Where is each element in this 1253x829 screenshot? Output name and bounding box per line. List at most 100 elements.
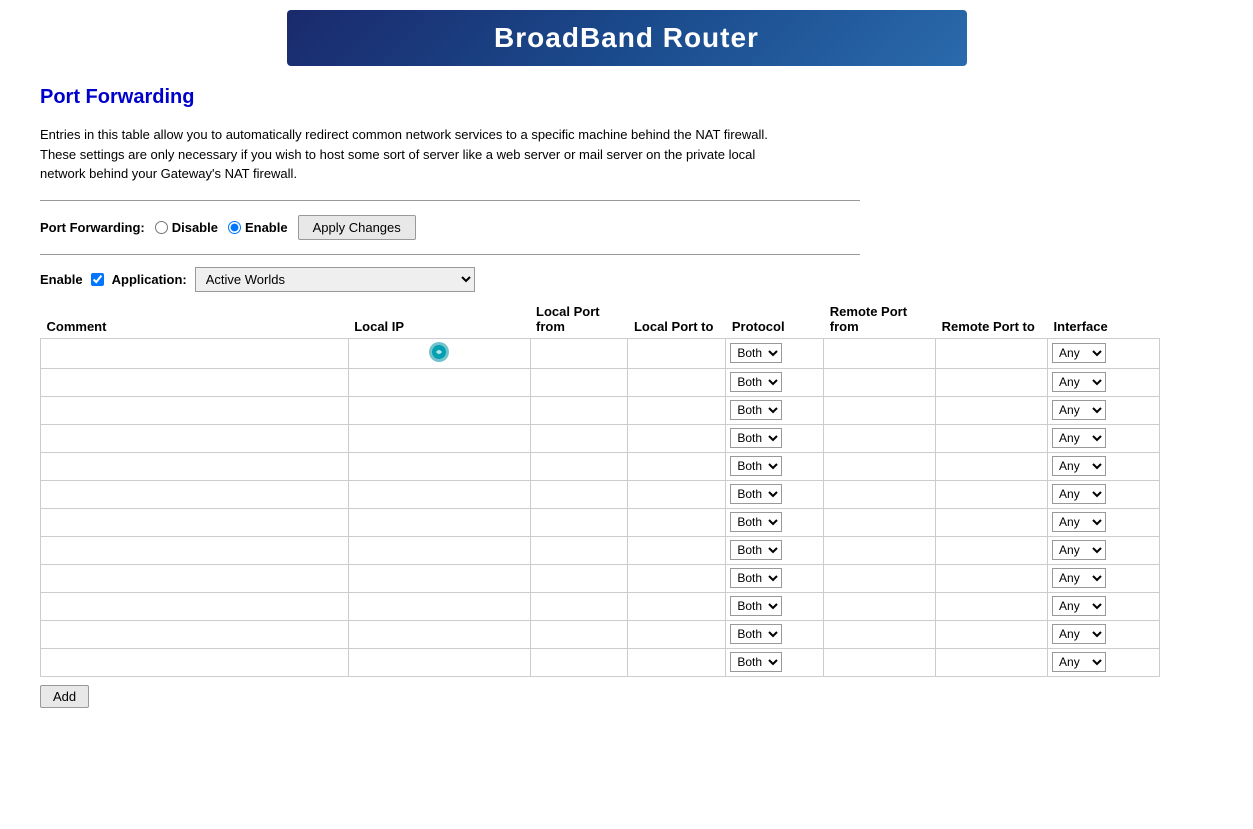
local-port-to-0[interactable]: [632, 347, 721, 361]
local-port-to-6[interactable]: [632, 516, 721, 530]
application-select[interactable]: Active WorldsAIM TalkBattle.netDNSFTPHTT…: [195, 267, 475, 292]
remote-port-from-8[interactable]: [828, 572, 931, 586]
remote-port-to-5[interactable]: [940, 488, 1043, 502]
comment-input-1[interactable]: [45, 376, 344, 390]
remote-port-from-9[interactable]: [828, 600, 931, 614]
protocol-select-6[interactable]: BothTCPUDP: [730, 512, 782, 532]
remote-port-to-7[interactable]: [940, 544, 1043, 558]
comment-input-5[interactable]: [45, 488, 344, 502]
apply-changes-button[interactable]: Apply Changes: [298, 215, 416, 240]
local-port-from-3[interactable]: [535, 432, 624, 446]
remote-port-from-6[interactable]: [828, 516, 931, 530]
interface-select-5[interactable]: AnyWANLAN: [1052, 484, 1106, 504]
comment-input-8[interactable]: [45, 572, 344, 586]
interface-select-3[interactable]: AnyWANLAN: [1052, 428, 1106, 448]
local-ip-input-9[interactable]: [353, 600, 526, 614]
local-port-from-4[interactable]: [535, 460, 624, 474]
comment-input-4[interactable]: [45, 460, 344, 474]
comment-input-2[interactable]: [45, 404, 344, 418]
local-ip-input-7[interactable]: [353, 544, 526, 558]
local-ip-input-11[interactable]: [353, 656, 526, 670]
comment-input-11[interactable]: [45, 656, 344, 670]
local-port-to-4[interactable]: [632, 460, 721, 474]
local-port-to-2[interactable]: [632, 404, 721, 418]
protocol-select-9[interactable]: BothTCPUDP: [730, 596, 782, 616]
local-ip-input-2[interactable]: [353, 404, 526, 418]
local-ip-input-4[interactable]: [353, 460, 526, 474]
local-port-from-9[interactable]: [535, 600, 624, 614]
remote-port-from-7[interactable]: [828, 544, 931, 558]
local-ip-input-5[interactable]: [353, 488, 526, 502]
local-port-to-10[interactable]: [632, 628, 721, 642]
local-port-to-3[interactable]: [632, 432, 721, 446]
local-ip-input-8[interactable]: [353, 572, 526, 586]
interface-select-10[interactable]: AnyWANLAN: [1052, 624, 1106, 644]
local-port-from-10[interactable]: [535, 628, 624, 642]
protocol-select-8[interactable]: BothTCPUDP: [730, 568, 782, 588]
local-port-from-11[interactable]: [535, 656, 624, 670]
interface-select-7[interactable]: AnyWANLAN: [1052, 540, 1106, 560]
local-port-from-7[interactable]: [535, 544, 624, 558]
protocol-select-4[interactable]: BothTCPUDP: [730, 456, 782, 476]
remote-port-to-11[interactable]: [940, 656, 1043, 670]
remote-port-to-9[interactable]: [940, 600, 1043, 614]
interface-select-11[interactable]: AnyWANLAN: [1052, 652, 1106, 672]
protocol-select-10[interactable]: BothTCPUDP: [730, 624, 782, 644]
protocol-select-0[interactable]: BothTCPUDP: [730, 343, 782, 363]
remote-port-to-8[interactable]: [940, 572, 1043, 586]
remote-port-to-10[interactable]: [940, 628, 1043, 642]
interface-select-1[interactable]: AnyWANLAN: [1052, 372, 1106, 392]
local-port-to-9[interactable]: [632, 600, 721, 614]
remote-port-from-2[interactable]: [828, 404, 931, 418]
comment-input-7[interactable]: [45, 544, 344, 558]
add-button[interactable]: Add: [40, 685, 89, 708]
interface-select-2[interactable]: AnyWANLAN: [1052, 400, 1106, 420]
comment-input-10[interactable]: [45, 628, 344, 642]
interface-select-6[interactable]: AnyWANLAN: [1052, 512, 1106, 532]
local-port-to-7[interactable]: [632, 544, 721, 558]
local-port-from-8[interactable]: [535, 572, 624, 586]
protocol-select-11[interactable]: BothTCPUDP: [730, 652, 782, 672]
protocol-select-3[interactable]: BothTCPUDP: [730, 428, 782, 448]
remote-port-from-11[interactable]: [828, 656, 931, 670]
local-ip-input-1[interactable]: [353, 376, 526, 390]
local-port-from-5[interactable]: [535, 488, 624, 502]
local-ip-input-6[interactable]: [353, 516, 526, 530]
remote-port-to-2[interactable]: [940, 404, 1043, 418]
enable-checkbox[interactable]: [91, 273, 104, 286]
remote-port-to-6[interactable]: [940, 516, 1043, 530]
local-ip-input-10[interactable]: [353, 628, 526, 642]
remote-port-from-10[interactable]: [828, 628, 931, 642]
interface-select-9[interactable]: AnyWANLAN: [1052, 596, 1106, 616]
interface-select-4[interactable]: AnyWANLAN: [1052, 456, 1106, 476]
comment-input-6[interactable]: [45, 516, 344, 530]
comment-input-9[interactable]: [45, 600, 344, 614]
remote-port-to-3[interactable]: [940, 432, 1043, 446]
interface-select-8[interactable]: AnyWANLAN: [1052, 568, 1106, 588]
remote-port-from-5[interactable]: [828, 488, 931, 502]
remote-port-to-0[interactable]: [940, 347, 1043, 361]
local-port-from-6[interactable]: [535, 516, 624, 530]
protocol-select-2[interactable]: BothTCPUDP: [730, 400, 782, 420]
local-port-from-0[interactable]: [535, 347, 624, 361]
remote-port-to-1[interactable]: [940, 376, 1043, 390]
remote-port-from-0[interactable]: [828, 347, 931, 361]
protocol-select-5[interactable]: BothTCPUDP: [730, 484, 782, 504]
comment-input-0[interactable]: [45, 347, 344, 361]
enable-radio[interactable]: [228, 221, 241, 234]
disable-radio[interactable]: [155, 221, 168, 234]
local-port-to-5[interactable]: [632, 488, 721, 502]
enable-radio-label[interactable]: Enable: [228, 220, 288, 235]
local-port-from-2[interactable]: [535, 404, 624, 418]
remote-port-to-4[interactable]: [940, 460, 1043, 474]
protocol-select-7[interactable]: BothTCPUDP: [730, 540, 782, 560]
local-port-to-11[interactable]: [632, 656, 721, 670]
remote-port-from-1[interactable]: [828, 376, 931, 390]
local-ip-input-3[interactable]: [353, 432, 526, 446]
disable-radio-label[interactable]: Disable: [155, 220, 218, 235]
interface-select-0[interactable]: AnyWANLAN: [1052, 343, 1106, 363]
local-port-from-1[interactable]: [535, 376, 624, 390]
local-port-to-8[interactable]: [632, 572, 721, 586]
protocol-select-1[interactable]: BothTCPUDP: [730, 372, 782, 392]
remote-port-from-4[interactable]: [828, 460, 931, 474]
